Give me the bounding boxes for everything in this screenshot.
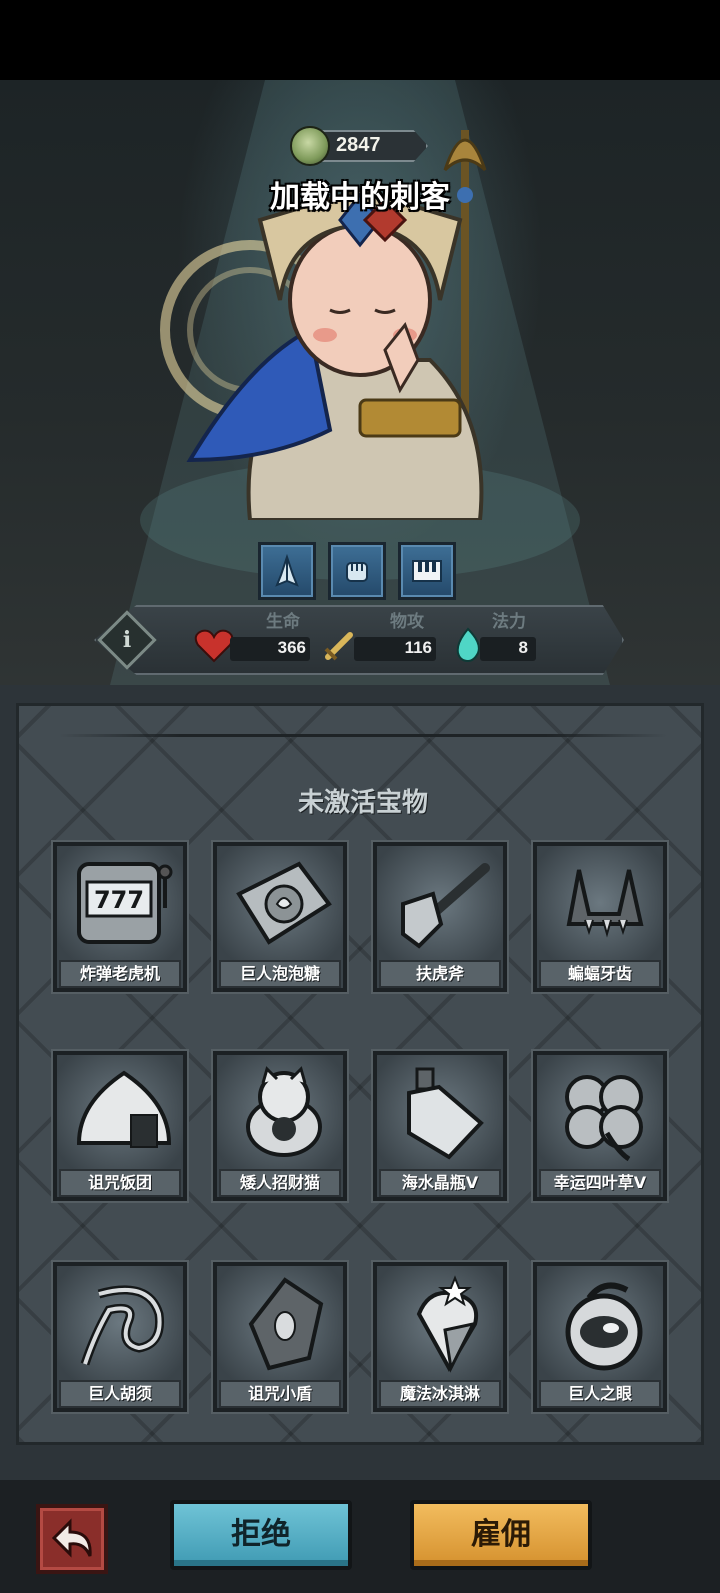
praying-hands-icon bbox=[275, 553, 299, 587]
treasure-card[interactable]: 巨人之眼 bbox=[533, 1262, 667, 1412]
slot-machine-icon: 777 bbox=[77, 862, 173, 944]
treasure-card[interactable]: 扶虎斧 bbox=[373, 842, 507, 992]
piano-keys-icon bbox=[412, 560, 442, 582]
skill-slot-piano[interactable] bbox=[398, 542, 456, 600]
treasure-name: 巨人胡须 bbox=[59, 1380, 181, 1408]
status-bar-area bbox=[0, 0, 720, 80]
giant-eye-icon bbox=[565, 1282, 643, 1371]
treasure-card[interactable]: 诅咒小盾 bbox=[213, 1262, 347, 1412]
lucky-cat-icon bbox=[246, 1066, 322, 1157]
rice-ball-icon bbox=[76, 1070, 172, 1148]
stat-atk-value: 116 bbox=[404, 638, 432, 657]
skill-row bbox=[258, 542, 468, 600]
treasure-name: 海水晶瓶V bbox=[379, 1169, 501, 1197]
stat-mp-value: 8 bbox=[518, 638, 528, 657]
crystal-bottle-icon bbox=[407, 1067, 484, 1160]
treasure-card[interactable]: 巨人泡泡糖 bbox=[213, 842, 347, 992]
stat-mp-label: 法力 bbox=[492, 612, 526, 632]
info-icon: i bbox=[122, 627, 132, 653]
treasure-card[interactable]: 海水晶瓶V bbox=[373, 1051, 507, 1201]
treasure-name: 巨人泡泡糖 bbox=[219, 960, 341, 988]
hire-button[interactable]: 雇佣 bbox=[410, 1500, 592, 1570]
treasure-card[interactable]: 幸运四叶草V bbox=[533, 1051, 667, 1201]
treasure-card[interactable]: 诅咒饭团 bbox=[53, 1051, 187, 1201]
stat-hp: 生命 366 bbox=[194, 605, 314, 675]
treasure-card[interactable]: 777 炸弹老虎机 bbox=[53, 842, 187, 992]
sword-icon bbox=[324, 632, 353, 661]
panel-title: 未激活宝物 bbox=[297, 788, 428, 818]
hero-power-value: 2847 bbox=[336, 134, 381, 156]
treasure-name: 魔法冰淇淋 bbox=[379, 1380, 501, 1408]
stat-hp-value: 366 bbox=[277, 638, 306, 657]
skill-slot-fist[interactable] bbox=[328, 542, 386, 600]
treasure-card[interactable]: 蝙蝠牙齿 bbox=[533, 842, 667, 992]
treasure-name: 扶虎斧 bbox=[379, 960, 501, 988]
hero-power-badge: 2847 bbox=[290, 126, 430, 166]
treasure-card[interactable]: 矮人招财猫 bbox=[213, 1051, 347, 1201]
fist-icon bbox=[346, 562, 368, 582]
small-shield-icon bbox=[248, 1277, 324, 1371]
ice-cream-icon bbox=[416, 1275, 478, 1373]
back-button[interactable] bbox=[36, 1504, 108, 1574]
treasure-name: 巨人之眼 bbox=[539, 1380, 661, 1408]
stat-atk-label: 物攻 bbox=[390, 612, 424, 632]
treasure-name: 诅咒小盾 bbox=[219, 1380, 341, 1408]
treasure-name: 矮人招财猫 bbox=[219, 1169, 341, 1197]
stat-mp: 法力 8 bbox=[452, 605, 552, 675]
bat-fangs-icon bbox=[566, 869, 644, 938]
hero-stats-bar: i 生命 366 物攻 116 法力 8 bbox=[94, 605, 624, 675]
treasure-panel-area: 未激活宝物 777 炸弹老虎机 巨人泡泡糖 扶虎斧 蝙蝠牙齿 诅咒饭团 矮人招财… bbox=[0, 685, 720, 1480]
heart-icon bbox=[194, 629, 234, 663]
stat-atk: 物攻 116 bbox=[322, 605, 442, 675]
action-bar: 拒绝 雇佣 bbox=[0, 1480, 720, 1593]
treasure-name: 蝙蝠牙齿 bbox=[539, 960, 661, 988]
treasure-name: 炸弹老虎机 bbox=[59, 960, 181, 988]
axe-icon bbox=[401, 863, 490, 949]
hero-name: 加载中的刺客 bbox=[270, 180, 450, 215]
treasure-card[interactable]: 魔法冰淇淋 bbox=[373, 1262, 507, 1412]
svg-text:777: 777 bbox=[94, 886, 144, 914]
four-leaf-clover-icon bbox=[565, 1075, 643, 1162]
inactive-treasure-panel: 未激活宝物 777 炸弹老虎机 巨人泡泡糖 扶虎斧 蝙蝠牙齿 诅咒饭团 矮人招财… bbox=[16, 703, 704, 1445]
hero-scene: 2847 加载中的刺客 i 生命 366 物攻 116 法力 8 bbox=[0, 80, 720, 685]
treasure-name: 诅咒饭团 bbox=[59, 1169, 181, 1197]
treasure-card[interactable]: 巨人胡须 bbox=[53, 1262, 187, 1412]
bubblegum-pack-icon bbox=[236, 861, 332, 945]
undo-arrow-icon bbox=[51, 1518, 92, 1558]
skill-slot-praying-hands[interactable] bbox=[258, 542, 316, 600]
panel-divider bbox=[59, 734, 667, 737]
beard-icon bbox=[80, 1285, 165, 1366]
stat-hp-label: 生命 bbox=[266, 612, 300, 632]
power-coin-icon bbox=[290, 126, 330, 166]
treasure-name: 幸运四叶草V bbox=[539, 1169, 661, 1197]
reject-button[interactable]: 拒绝 bbox=[170, 1500, 352, 1570]
